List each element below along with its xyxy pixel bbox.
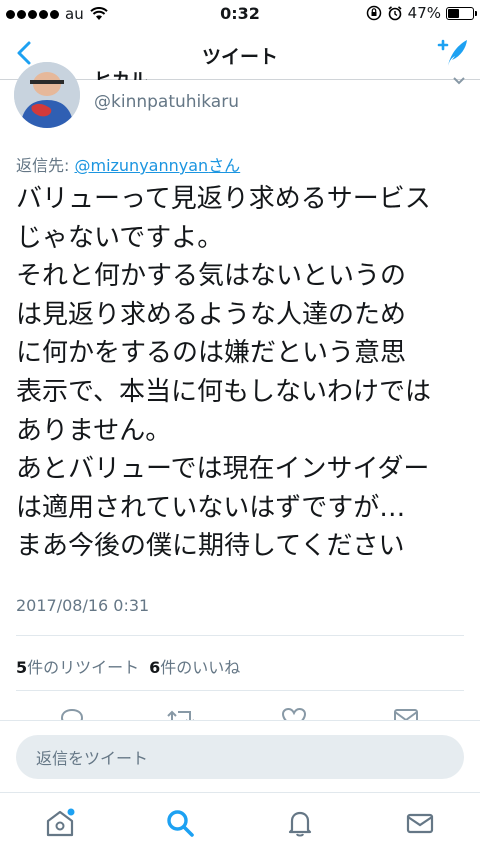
rotation-lock-icon [366, 5, 381, 21]
status-bar-right: 47% [366, 4, 477, 22]
avatar-photo-icon [14, 62, 80, 128]
home-icon[interactable] [44, 807, 76, 839]
retweet-count: 5 [16, 658, 28, 677]
user-handle[interactable]: @kinnpatuhikaru [94, 92, 239, 112]
reply-icon[interactable] [58, 704, 86, 720]
retweet-stat[interactable]: 5件のリツイート [16, 654, 139, 678]
tweet-timestamp: 2017/08/16 0:31 [16, 596, 150, 615]
like-label: 件のいいね [160, 658, 241, 677]
reply-bar: 返信をツイート [0, 720, 480, 792]
divider [16, 635, 464, 636]
battery-fill [448, 8, 460, 18]
display-name: ヒカル [94, 66, 148, 80]
status-bar: au 0:32 47% [0, 0, 480, 28]
retweet-label: 件のリツイート [27, 658, 140, 677]
tab-bar [0, 792, 480, 854]
battery-icon [446, 6, 477, 20]
messages-icon[interactable] [404, 807, 436, 839]
reply-to-prefix: 返信先: [16, 156, 75, 175]
search-icon[interactable] [164, 807, 196, 839]
engagement-stats: 5件のリツイート 6件のいいね [16, 654, 240, 678]
chevron-down-icon[interactable] [452, 76, 466, 86]
nav-bar: ツイート [0, 28, 480, 80]
reply-to-line: 返信先: @mizunyannyanさん [16, 152, 240, 176]
avatar[interactable] [14, 62, 80, 128]
reply-input[interactable]: 返信をツイート [16, 735, 464, 779]
reply-mention-link[interactable]: @mizunyannyan [74, 156, 208, 175]
page-title: ツイート [201, 46, 278, 68]
like-heart-icon[interactable] [280, 704, 308, 720]
like-stat[interactable]: 6件のいいね [149, 654, 240, 678]
compose-tweet-icon[interactable] [436, 36, 470, 70]
tweet-text: バリューって見返り求めるサービス じゃないですよ。 それと何かする気はないという… [16, 184, 431, 562]
alarm-icon [388, 6, 402, 21]
battery-percentage: 47% [407, 4, 441, 22]
like-count: 6 [149, 658, 161, 677]
tweet-actions [0, 704, 480, 720]
divider [16, 690, 464, 691]
notifications-bell-icon[interactable] [284, 807, 316, 839]
reply-mention-suffix[interactable]: さん [208, 156, 240, 175]
direct-message-icon[interactable] [392, 704, 420, 720]
retweet-icon[interactable] [166, 704, 196, 720]
